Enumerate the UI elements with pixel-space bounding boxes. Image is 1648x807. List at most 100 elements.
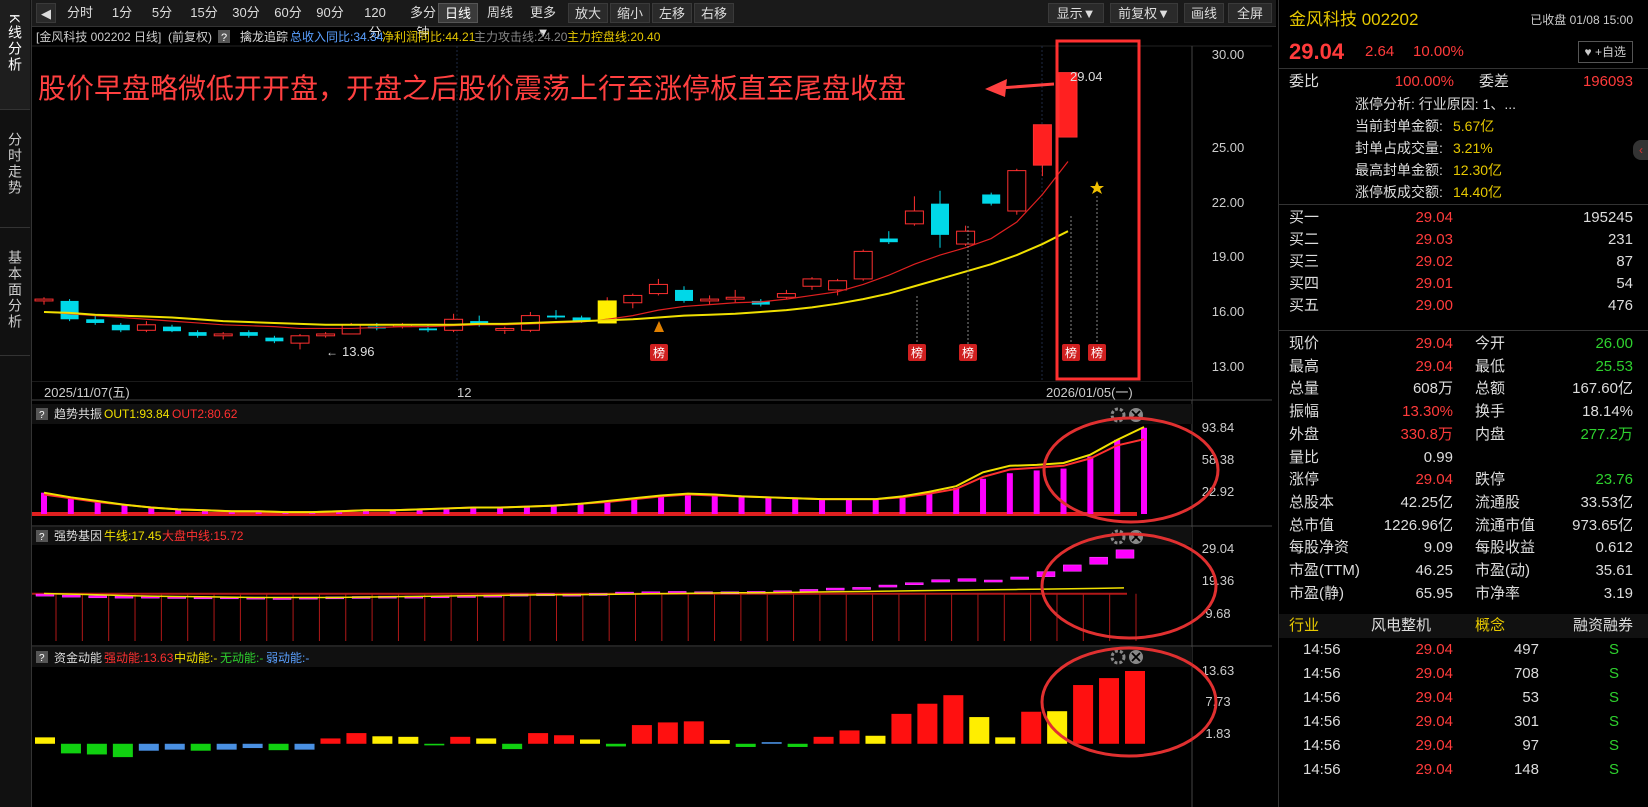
tab-intraday[interactable]: 分时走势: [0, 118, 30, 228]
close-icon[interactable]: [1129, 408, 1143, 422]
concept-label[interactable]: 概念: [1475, 614, 1505, 638]
tb-fullscreen[interactable]: 全屏: [1228, 3, 1272, 23]
quote-value: 0.99: [1423, 448, 1453, 466]
quote-row: 最高 29.04 最低 25.53: [1279, 355, 1648, 379]
sub2-box: [878, 584, 898, 588]
sub1-tick: 93.84: [1202, 420, 1235, 435]
tb-more[interactable]: 更多▼: [520, 3, 566, 40]
sub1-bar: [845, 499, 852, 514]
sub2-series: [32, 549, 1137, 641]
close-icon[interactable]: [1129, 650, 1143, 664]
candle-body: [776, 293, 796, 298]
margin-label: 融资融券: [1572, 617, 1633, 634]
sub3-mid: 中动能:-: [174, 650, 217, 665]
sub2-tick: 19.36: [1202, 573, 1235, 588]
quote-label: 流通股: [1475, 493, 1521, 511]
bid-row: 买五 29.00 476: [1279, 294, 1648, 318]
collapse-icon[interactable]: ◀: [36, 3, 56, 23]
rank-badge-label: 榜: [962, 345, 974, 360]
max-seal: 12.30亿: [1453, 162, 1503, 178]
price-tick: 19.00: [1212, 249, 1245, 264]
add-watchlist-button[interactable]: ♥ +自选: [1577, 41, 1633, 63]
expand-icon[interactable]: ‹: [1633, 140, 1648, 160]
candle-body: [1007, 170, 1027, 212]
candle-body: [956, 230, 976, 245]
tb-daily[interactable]: 日线: [438, 3, 478, 23]
sub3-bar: [320, 738, 341, 744]
candlestick-series: [34, 72, 1078, 350]
help-icon-glyph: ?: [39, 410, 45, 421]
sub3-bar: [787, 743, 808, 747]
quote-label: 内盘: [1475, 425, 1506, 443]
market-status: 已收盘 01/08 15:00: [1530, 13, 1633, 27]
bid-volume: 231: [1607, 231, 1633, 248]
candle-body: [265, 337, 284, 342]
tick-price: 29.04: [1415, 761, 1453, 778]
tb-adjust[interactable]: 前复权▼: [1110, 3, 1178, 23]
sub2-box: [35, 593, 55, 597]
tick-row: 14:56 29.04 97 S: [1279, 734, 1648, 758]
quote-row: 振幅 13.30% 换手 18.14%: [1279, 400, 1648, 424]
tb-15m[interactable]: 15分: [184, 3, 224, 23]
sub3-bar: [35, 737, 55, 744]
divider: [1279, 68, 1648, 69]
revenue-yoy: 总收入同比:34.34: [290, 30, 384, 44]
candle-body: [802, 278, 822, 287]
tb-5m[interactable]: 5分: [144, 3, 180, 23]
bid-price: 29.00: [1415, 297, 1453, 314]
tb-fenshi[interactable]: 分时: [60, 3, 100, 23]
tb-draw[interactable]: 画线: [1184, 3, 1224, 23]
chart-title: [金风科技 002202 日线]: [36, 29, 161, 44]
sub3-bar: [1099, 678, 1120, 744]
tb-90m[interactable]: 90分: [310, 3, 350, 23]
tab-fundamentals[interactable]: 基本面分析: [0, 236, 30, 356]
quote-row: 总股本 42.25亿 流通股 33.53亿: [1279, 491, 1648, 515]
tab-fundamentals-label: 基本面分析: [7, 250, 23, 330]
add-watchlist-label: +自选: [1594, 45, 1626, 59]
sub3-bar: [450, 736, 471, 744]
rocket-icon: [654, 321, 664, 332]
tb-60m[interactable]: 60分: [268, 3, 308, 23]
tb-zoom-out[interactable]: 缩小: [610, 3, 650, 23]
sub1-out2: OUT2:80.62: [172, 407, 238, 421]
date-mid: 12: [457, 385, 471, 400]
tb-left[interactable]: 左移: [652, 3, 692, 23]
tb-120m[interactable]: 120分: [352, 3, 398, 40]
tick-price: 29.04: [1415, 689, 1453, 706]
candle-body: [341, 324, 361, 335]
candle-body: [547, 315, 565, 318]
tb-zoom-in[interactable]: 放大: [568, 3, 608, 23]
quote-label: 最低: [1475, 357, 1506, 375]
sub3-strong: 强动能:13.63: [104, 651, 174, 665]
candle-body: [648, 283, 668, 295]
sub1-name: 趋势共振: [54, 407, 102, 421]
quote-value: 0.612: [1595, 539, 1633, 557]
sub3-bar: [1021, 711, 1042, 744]
tick-volume: 301: [1513, 713, 1539, 730]
close-icon[interactable]: [1129, 530, 1143, 544]
limit-analysis[interactable]: 涨停分析: 行业原因: 1、...: [1355, 92, 1516, 116]
tb-1m[interactable]: 1分: [104, 3, 140, 23]
sub3-name: 资金动能: [54, 650, 102, 665]
tab-kline[interactable]: K线分析: [0, 0, 30, 110]
sub1-bar: [41, 492, 47, 514]
candle-body: [623, 294, 643, 304]
kline-chart[interactable]: [金风科技 002202 日线] (前复权) ? 擒龙追踪 总收入同比:34.3…: [32, 26, 1272, 807]
sub3-bar: [372, 736, 393, 744]
tick-side: S: [1608, 761, 1619, 778]
tb-weekly[interactable]: 周线: [480, 3, 520, 23]
tab-kline-label: K线分析: [7, 14, 23, 74]
quote-row: 涨停 29.04 跌停 23.76: [1279, 468, 1648, 492]
annotation-text: 股价早盘略微低开开盘，开盘之后股价震荡上行至涨停板直至尾盘收盘: [38, 73, 906, 104]
quote-value: 29.04: [1415, 335, 1453, 352]
tb-30m[interactable]: 30分: [226, 3, 266, 23]
tb-right[interactable]: 右移: [694, 3, 734, 23]
industry-value[interactable]: 风电整机: [1371, 614, 1431, 638]
bid-volume: 87: [1616, 253, 1633, 270]
sub2-box: [1089, 556, 1108, 565]
date-end: 2026/01/05(一): [1046, 385, 1133, 400]
quote-value: 973.65亿: [1572, 516, 1633, 534]
tb-display[interactable]: 显示▼: [1048, 3, 1104, 23]
tick-row: 14:56 29.04 708 S: [1279, 662, 1648, 686]
tick-volume: 53: [1522, 689, 1539, 706]
